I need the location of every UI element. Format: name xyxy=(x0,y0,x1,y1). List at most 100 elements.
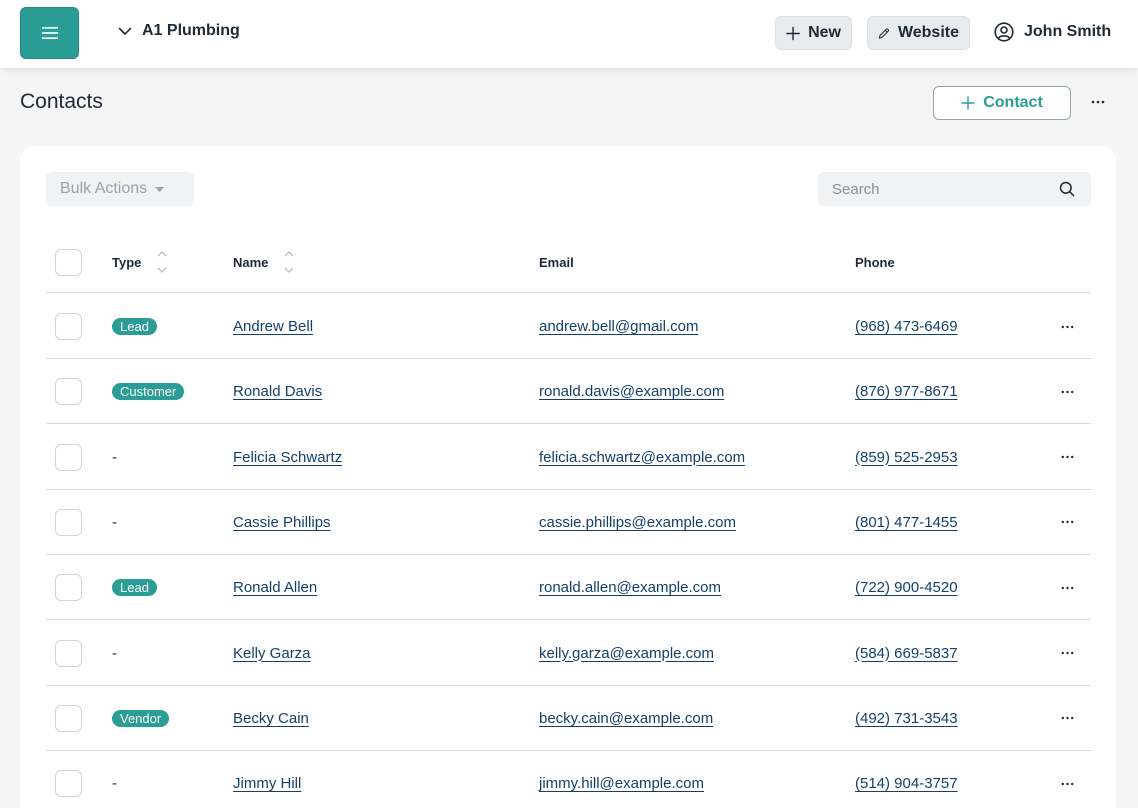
contact-phone-link[interactable]: (584) 669-5837 xyxy=(855,645,958,662)
more-horizontal-icon xyxy=(1061,455,1074,459)
sort-name-button[interactable] xyxy=(284,251,294,273)
row-more-button[interactable] xyxy=(1061,651,1074,655)
contact-email-link[interactable]: felicia.schwartz@example.com xyxy=(539,449,745,466)
contacts-card: Bulk Actions Type Name xyxy=(20,146,1116,808)
more-horizontal-icon xyxy=(1061,717,1074,720)
table-row: - Kelly Garza kelly.garza@example.com (584)… xyxy=(46,621,1091,686)
contact-name-link[interactable]: Felicia Schwartz xyxy=(233,449,342,466)
contact-email-link[interactable]: andrew.bell@gmail.com xyxy=(539,318,698,335)
contact-email-link[interactable]: kelly.garza@example.com xyxy=(539,645,714,662)
contact-name-link[interactable]: Jimmy Hill xyxy=(233,775,301,792)
contact-email-link[interactable]: cassie.phillips@example.com xyxy=(539,514,736,531)
user-circle-icon xyxy=(994,22,1014,42)
search-input[interactable] xyxy=(818,172,1091,206)
type-empty: - xyxy=(112,513,117,531)
contact-name-link[interactable]: Kelly Garza xyxy=(233,645,311,662)
table-header: Type Name Email Phone xyxy=(46,232,1091,293)
hamburger-icon xyxy=(41,27,58,39)
contact-phone-link[interactable]: (876) 977-8671 xyxy=(855,383,958,400)
contact-phone-link[interactable]: (492) 731-3543 xyxy=(855,710,958,727)
contact-phone-link[interactable]: (859) 525-2953 xyxy=(855,449,958,466)
page-title: Contacts xyxy=(20,90,103,113)
contact-email-link[interactable]: jimmy.hill@example.com xyxy=(539,775,704,792)
more-horizontal-icon xyxy=(1061,521,1074,524)
row-more-button[interactable] xyxy=(1061,520,1074,524)
row-more-button[interactable] xyxy=(1061,325,1074,329)
sort-type-button[interactable] xyxy=(157,251,167,273)
contact-phone-link[interactable]: (801) 477-1455 xyxy=(855,514,958,531)
pencil-icon xyxy=(878,27,890,39)
user-name: John Smith xyxy=(1024,23,1112,40)
row-more-button[interactable] xyxy=(1061,390,1074,394)
row-checkbox[interactable] xyxy=(55,574,82,602)
contact-name-link[interactable]: Ronald Allen xyxy=(233,579,317,596)
contact-phone-link[interactable]: (514) 904-3757 xyxy=(855,775,958,792)
row-more-button[interactable] xyxy=(1061,455,1074,459)
row-checkbox[interactable] xyxy=(55,704,82,732)
type-badge: Lead xyxy=(112,579,157,597)
menu-button[interactable] xyxy=(20,7,79,59)
plus-icon xyxy=(786,26,800,40)
bulk-actions-dropdown[interactable]: Bulk Actions xyxy=(46,172,194,206)
top-bar: A1 Plumbing New Website John Smith xyxy=(0,0,1138,68)
column-header-name: Name xyxy=(233,254,269,270)
row-more-button[interactable] xyxy=(1061,782,1074,786)
column-header-type: Type xyxy=(112,254,142,270)
caret-down-icon xyxy=(155,186,165,192)
table-row: Vendor Becky Cain becky.cain@example.com (4… xyxy=(46,686,1091,751)
type-empty: - xyxy=(112,775,117,793)
row-more-button[interactable] xyxy=(1061,586,1074,590)
type-badge: Vendor xyxy=(112,709,170,727)
more-horizontal-icon xyxy=(1061,586,1074,589)
new-button-label: New xyxy=(808,24,841,41)
contact-name-link[interactable]: Cassie Phillips xyxy=(233,514,331,531)
table-row: Customer Ronald Davis ronald.davis@example… xyxy=(46,359,1091,425)
add-contact-button[interactable]: Contact xyxy=(933,86,1071,120)
chevron-down-icon xyxy=(118,27,132,35)
table-row: Lead Andrew Bell andrew.bell@gmail.com (968… xyxy=(46,294,1091,359)
company-switcher[interactable]: A1 Plumbing xyxy=(118,22,240,40)
sort-icon xyxy=(284,251,294,273)
contact-name-link[interactable]: Andrew Bell xyxy=(233,318,313,335)
plus-icon xyxy=(961,96,975,110)
page-more-button[interactable] xyxy=(1088,92,1108,112)
bulk-actions-label: Bulk Actions xyxy=(60,180,148,197)
table-row: - Jimmy Hill jimmy.hill@example.com (514) 9… xyxy=(46,751,1091,808)
row-checkbox[interactable] xyxy=(55,770,82,798)
table-row: Lead Ronald Allen ronald.allen@example.com… xyxy=(46,555,1091,621)
contact-phone-link[interactable]: (722) 900-4520 xyxy=(855,579,958,596)
column-header-email: Email xyxy=(539,254,574,270)
more-horizontal-icon xyxy=(1091,100,1105,104)
row-checkbox[interactable] xyxy=(55,443,82,471)
type-badge: Lead xyxy=(112,318,157,335)
row-checkbox[interactable] xyxy=(55,313,82,340)
contact-email-link[interactable]: becky.cain@example.com xyxy=(539,710,713,727)
column-header-phone: Phone xyxy=(855,254,895,270)
more-horizontal-icon xyxy=(1061,782,1074,785)
new-button[interactable]: New xyxy=(775,16,852,50)
contact-email-link[interactable]: ronald.allen@example.com xyxy=(539,579,721,596)
website-button-label: Website xyxy=(897,24,959,41)
contact-name-link[interactable]: Becky Cain xyxy=(233,710,309,727)
website-button[interactable]: Website xyxy=(867,16,970,50)
type-empty: - xyxy=(112,448,117,466)
more-horizontal-icon xyxy=(1061,325,1074,328)
row-more-button[interactable] xyxy=(1061,716,1074,720)
row-checkbox[interactable] xyxy=(55,639,82,667)
contact-phone-link[interactable]: (968) 473-6469 xyxy=(855,318,958,335)
user-menu[interactable]: John Smith xyxy=(994,22,1111,42)
row-checkbox[interactable] xyxy=(55,378,82,406)
row-checkbox[interactable] xyxy=(55,508,82,536)
more-horizontal-icon xyxy=(1061,651,1074,655)
table-row: - Cassie Phillips cassie.phillips@example.… xyxy=(46,490,1091,555)
add-contact-label: Contact xyxy=(983,94,1043,111)
table-row: - Felicia Schwartz felicia.schwartz@exampl… xyxy=(46,425,1091,490)
search-box xyxy=(818,172,1091,206)
sort-icon xyxy=(157,251,167,273)
contact-name-link[interactable]: Ronald Davis xyxy=(233,383,322,400)
search-icon[interactable] xyxy=(1059,181,1075,197)
company-name: A1 Plumbing xyxy=(142,22,240,39)
type-badge: Customer xyxy=(112,383,185,401)
select-all-checkbox[interactable] xyxy=(55,248,82,276)
contact-email-link[interactable]: ronald.davis@example.com xyxy=(539,383,724,400)
